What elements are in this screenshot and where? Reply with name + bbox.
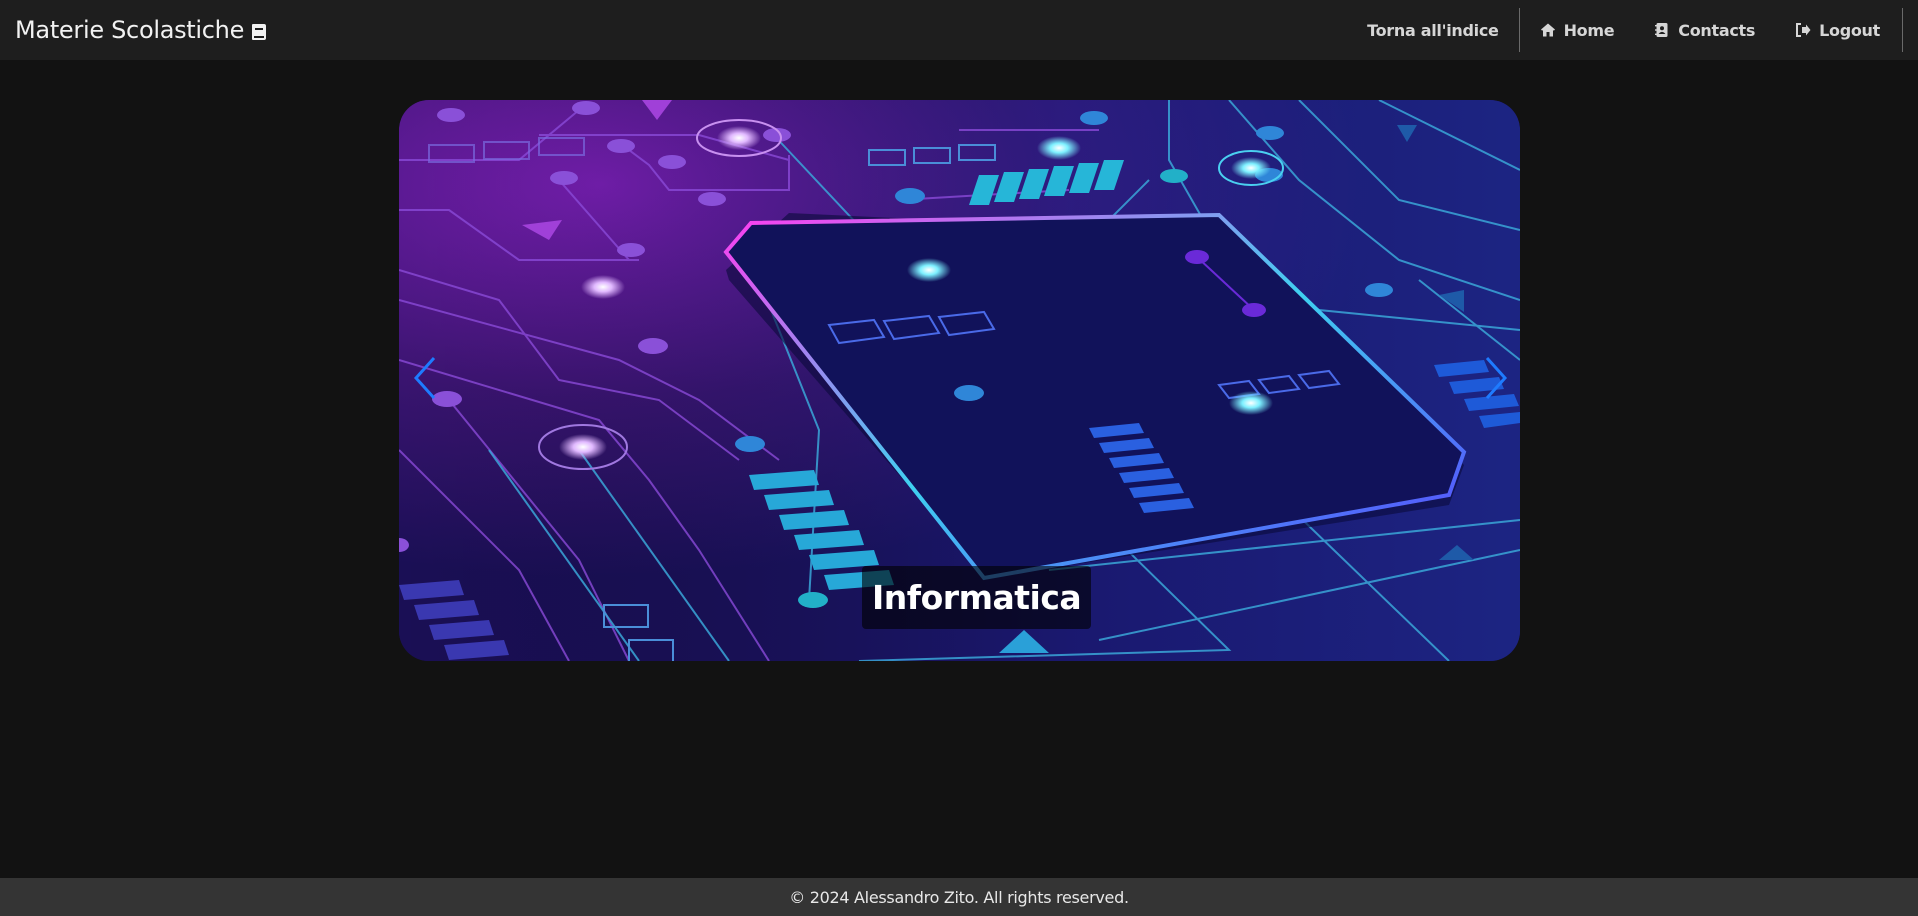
back-to-index-label: Torna all'indice [1367,20,1499,40]
slide-caption-text: Informatica [872,578,1082,617]
chevron-right-icon [1483,356,1509,405]
home-label: Home [1563,20,1615,40]
navbar: Materie Scolastiche Torna all'indice Hom… [0,0,1918,60]
carousel-prev-button[interactable] [405,348,445,412]
logout-icon [1795,22,1811,38]
home-icon [1540,22,1556,38]
footer: © 2024 Alessandro Zito. All rights reser… [0,878,1918,916]
brand[interactable]: Materie Scolastiche [15,16,267,44]
carousel: Informatica [399,100,1520,661]
copyright-text: © 2024 Alessandro Zito. All rights reser… [789,887,1129,907]
logout-link[interactable]: Logout [1775,0,1900,60]
contacts-link[interactable]: Contacts [1634,0,1775,60]
carousel-next-button[interactable] [1476,348,1516,412]
contacts-label: Contacts [1678,20,1756,40]
logout-label: Logout [1819,20,1880,40]
brand-title: Materie Scolastiche [15,16,245,44]
book-icon [252,24,267,40]
nav-divider [1902,8,1903,52]
chevron-left-icon [412,356,438,405]
slide-caption: Informatica [862,566,1092,629]
address-book-icon [1654,22,1670,38]
back-to-index-link[interactable]: Torna all'indice [1347,0,1518,60]
nav-links: Torna all'indice Home Contacts Logout [1347,0,1918,60]
home-link[interactable]: Home [1520,0,1635,60]
